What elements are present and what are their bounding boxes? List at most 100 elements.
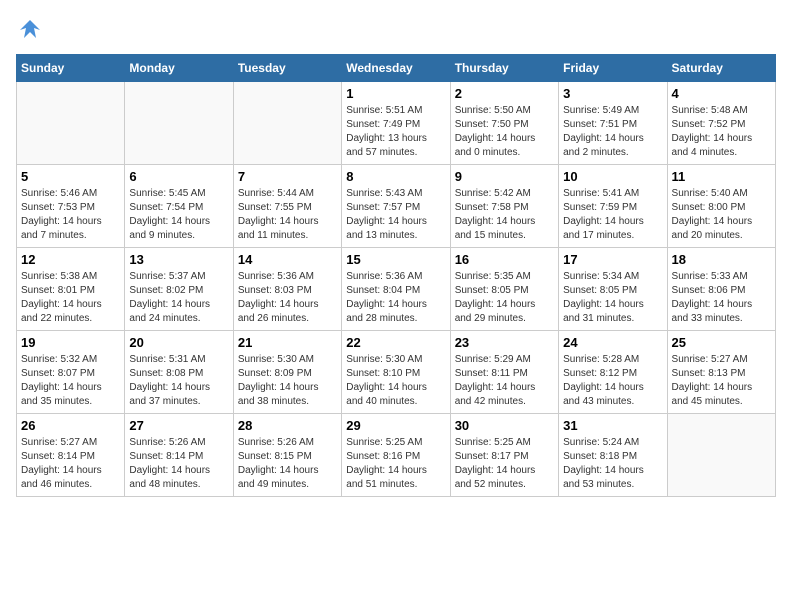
- calendar-cell: 22Sunrise: 5:30 AM Sunset: 8:10 PM Dayli…: [342, 331, 450, 414]
- day-number: 26: [21, 418, 120, 433]
- calendar-header-row: SundayMondayTuesdayWednesdayThursdayFrid…: [17, 55, 776, 82]
- day-number: 5: [21, 169, 120, 184]
- day-number: 9: [455, 169, 554, 184]
- logo: [16, 16, 48, 44]
- day-number: 22: [346, 335, 445, 350]
- day-number: 4: [672, 86, 771, 101]
- calendar-cell: 11 Sunrise: 5:40 AM Sunset: 8:00 PM Dayli…: [667, 165, 775, 248]
- day-info: Sunrise: 5:46 AM Sunset: 7:53 PM Dayligh…: [21, 187, 120, 243]
- day-info: Sunrise: 5:51 AM Sunset: 7:49 PM Dayligh…: [346, 104, 445, 160]
- day-number: 29: [346, 418, 445, 433]
- day-number: 15: [346, 252, 445, 267]
- calendar-cell: 13Sunrise: 5:37 AM Sunset: 8:02 PM Dayli…: [125, 248, 233, 331]
- day-number: 12: [21, 252, 120, 267]
- day-number: 2: [455, 86, 554, 101]
- day-info: Sunrise: 5:35 AM Sunset: 8:05 PM Dayligh…: [455, 270, 554, 326]
- calendar-cell: 1Sunrise: 5:51 AM Sunset: 7:49 PM Daylig…: [342, 82, 450, 165]
- calendar-week-row: 5 Sunrise: 5:46 AM Sunset: 7:53 PM Daylig…: [17, 165, 776, 248]
- day-info: Sunrise: 5:33 AM Sunset: 8:06 PM Dayligh…: [672, 270, 771, 326]
- day-number: 18: [672, 252, 771, 267]
- calendar-cell: 25 Sunrise: 5:27 AM Sunset: 8:13 PM Dayli…: [667, 331, 775, 414]
- calendar-week-row: 12 Sunrise: 5:38 AM Sunset: 8:01 PM Dayli…: [17, 248, 776, 331]
- calendar-cell: 6 Sunrise: 5:45 AM Sunset: 7:54 PM Daylig…: [125, 165, 233, 248]
- day-info: Sunrise: 5:45 AM Sunset: 7:54 PM Dayligh…: [129, 187, 228, 243]
- day-info: Sunrise: 5:29 AM Sunset: 8:11 PM Dayligh…: [455, 353, 554, 409]
- day-info: Sunrise: 5:25 AM Sunset: 8:16 PM Dayligh…: [346, 436, 445, 492]
- day-info: Sunrise: 5:27 AM Sunset: 8:14 PM Dayligh…: [21, 436, 120, 492]
- day-info: Sunrise: 5:48 AM Sunset: 7:52 PM Dayligh…: [672, 104, 771, 160]
- calendar-cell: 16 Sunrise: 5:35 AM Sunset: 8:05 PM Dayli…: [450, 248, 558, 331]
- day-info: Sunrise: 5:49 AM Sunset: 7:51 PM Dayligh…: [563, 104, 662, 160]
- day-number: 20: [129, 335, 228, 350]
- day-info: Sunrise: 5:30 AM Sunset: 8:09 PM Dayligh…: [238, 353, 337, 409]
- day-info: Sunrise: 5:36 AM Sunset: 8:04 PM Dayligh…: [346, 270, 445, 326]
- calendar-cell: 7 Sunrise: 5:44 AM Sunset: 7:55 PM Daylig…: [233, 165, 341, 248]
- page-header: [16, 16, 776, 44]
- day-number: 23: [455, 335, 554, 350]
- day-number: 30: [455, 418, 554, 433]
- day-number: 3: [563, 86, 662, 101]
- day-info: Sunrise: 5:36 AM Sunset: 8:03 PM Dayligh…: [238, 270, 337, 326]
- day-info: Sunrise: 5:25 AM Sunset: 8:17 PM Dayligh…: [455, 436, 554, 492]
- day-info: Sunrise: 5:50 AM Sunset: 7:50 PM Dayligh…: [455, 104, 554, 160]
- calendar-cell: 30 Sunrise: 5:25 AM Sunset: 8:17 PM Dayli…: [450, 414, 558, 497]
- day-number: 16: [455, 252, 554, 267]
- calendar-cell: 28Sunrise: 5:26 AM Sunset: 8:15 PM Dayli…: [233, 414, 341, 497]
- calendar-week-row: 26 Sunrise: 5:27 AM Sunset: 8:14 PM Dayli…: [17, 414, 776, 497]
- day-number: 14: [238, 252, 337, 267]
- calendar-cell: [233, 82, 341, 165]
- day-number: 11: [672, 169, 771, 184]
- calendar-cell: 15 Sunrise: 5:36 AM Sunset: 8:04 PM Dayli…: [342, 248, 450, 331]
- day-number: 13: [129, 252, 228, 267]
- calendar-cell: 17 Sunrise: 5:34 AM Sunset: 8:05 PM Dayli…: [559, 248, 667, 331]
- day-number: 7: [238, 169, 337, 184]
- day-info: Sunrise: 5:41 AM Sunset: 7:59 PM Dayligh…: [563, 187, 662, 243]
- calendar-cell: 2 Sunrise: 5:50 AM Sunset: 7:50 PM Daylig…: [450, 82, 558, 165]
- calendar-cell: [17, 82, 125, 165]
- day-number: 31: [563, 418, 662, 433]
- calendar-table: SundayMondayTuesdayWednesdayThursdayFrid…: [16, 54, 776, 497]
- calendar-week-row: 19Sunrise: 5:32 AM Sunset: 8:07 PM Dayli…: [17, 331, 776, 414]
- day-info: Sunrise: 5:38 AM Sunset: 8:01 PM Dayligh…: [21, 270, 120, 326]
- calendar-cell: 29 Sunrise: 5:25 AM Sunset: 8:16 PM Dayli…: [342, 414, 450, 497]
- day-number: 17: [563, 252, 662, 267]
- day-number: 21: [238, 335, 337, 350]
- calendar-cell: 18 Sunrise: 5:33 AM Sunset: 8:06 PM Dayli…: [667, 248, 775, 331]
- day-info: Sunrise: 5:24 AM Sunset: 8:18 PM Dayligh…: [563, 436, 662, 492]
- day-info: Sunrise: 5:28 AM Sunset: 8:12 PM Dayligh…: [563, 353, 662, 409]
- calendar-cell: 8 Sunrise: 5:43 AM Sunset: 7:57 PM Daylig…: [342, 165, 450, 248]
- day-info: Sunrise: 5:34 AM Sunset: 8:05 PM Dayligh…: [563, 270, 662, 326]
- day-info: Sunrise: 5:26 AM Sunset: 8:15 PM Dayligh…: [238, 436, 337, 492]
- calendar-cell: 26 Sunrise: 5:27 AM Sunset: 8:14 PM Dayli…: [17, 414, 125, 497]
- calendar-cell: 31 Sunrise: 5:24 AM Sunset: 8:18 PM Dayli…: [559, 414, 667, 497]
- day-header-sunday: Sunday: [17, 55, 125, 82]
- calendar-cell: 9 Sunrise: 5:42 AM Sunset: 7:58 PM Daylig…: [450, 165, 558, 248]
- calendar-week-row: 1Sunrise: 5:51 AM Sunset: 7:49 PM Daylig…: [17, 82, 776, 165]
- day-info: Sunrise: 5:31 AM Sunset: 8:08 PM Dayligh…: [129, 353, 228, 409]
- calendar-cell: 23 Sunrise: 5:29 AM Sunset: 8:11 PM Dayli…: [450, 331, 558, 414]
- day-info: Sunrise: 5:40 AM Sunset: 8:00 PM Dayligh…: [672, 187, 771, 243]
- day-info: Sunrise: 5:44 AM Sunset: 7:55 PM Dayligh…: [238, 187, 337, 243]
- day-header-saturday: Saturday: [667, 55, 775, 82]
- calendar-cell: 19Sunrise: 5:32 AM Sunset: 8:07 PM Dayli…: [17, 331, 125, 414]
- day-number: 6: [129, 169, 228, 184]
- calendar-cell: 5 Sunrise: 5:46 AM Sunset: 7:53 PM Daylig…: [17, 165, 125, 248]
- calendar-cell: 27Sunrise: 5:26 AM Sunset: 8:14 PM Dayli…: [125, 414, 233, 497]
- day-header-monday: Monday: [125, 55, 233, 82]
- calendar-cell: 20 Sunrise: 5:31 AM Sunset: 8:08 PM Dayli…: [125, 331, 233, 414]
- calendar-cell: 4 Sunrise: 5:48 AM Sunset: 7:52 PM Daylig…: [667, 82, 775, 165]
- logo-icon: [16, 16, 44, 44]
- calendar-cell: 3 Sunrise: 5:49 AM Sunset: 7:51 PM Daylig…: [559, 82, 667, 165]
- day-info: Sunrise: 5:32 AM Sunset: 8:07 PM Dayligh…: [21, 353, 120, 409]
- calendar-cell: 12 Sunrise: 5:38 AM Sunset: 8:01 PM Dayli…: [17, 248, 125, 331]
- day-info: Sunrise: 5:43 AM Sunset: 7:57 PM Dayligh…: [346, 187, 445, 243]
- day-number: 25: [672, 335, 771, 350]
- day-number: 27: [129, 418, 228, 433]
- calendar-cell: [667, 414, 775, 497]
- day-header-tuesday: Tuesday: [233, 55, 341, 82]
- day-info: Sunrise: 5:27 AM Sunset: 8:13 PM Dayligh…: [672, 353, 771, 409]
- day-info: Sunrise: 5:42 AM Sunset: 7:58 PM Dayligh…: [455, 187, 554, 243]
- day-number: 8: [346, 169, 445, 184]
- calendar-cell: 24 Sunrise: 5:28 AM Sunset: 8:12 PM Dayli…: [559, 331, 667, 414]
- day-number: 24: [563, 335, 662, 350]
